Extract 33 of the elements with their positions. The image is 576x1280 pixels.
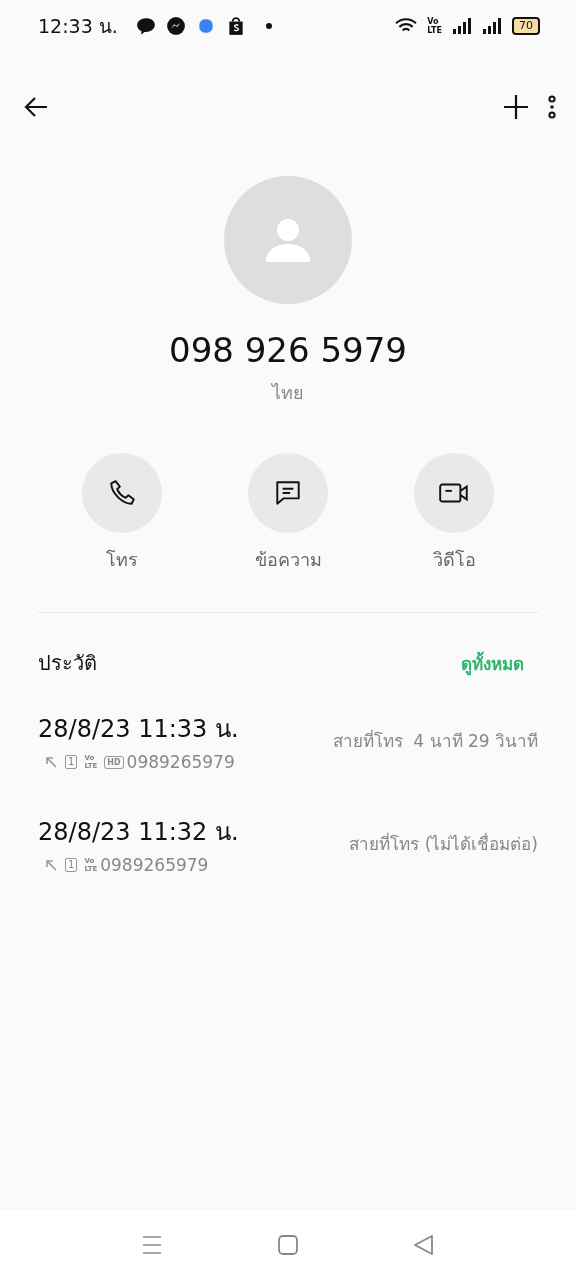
- home-button[interactable]: [276, 1233, 300, 1257]
- call-time: 28/8/23 11:33 น.: [38, 714, 239, 745]
- sim-badge: 1: [65, 755, 78, 769]
- status-time: 12:33 น.: [38, 14, 118, 39]
- chat-bubble-icon: [135, 16, 156, 36]
- message-icon: [273, 478, 303, 508]
- back-nav-button[interactable]: [412, 1233, 436, 1257]
- battery-indicator: 70: [512, 17, 540, 35]
- action-label: วิดีโอ: [432, 548, 476, 572]
- signal-icon: [482, 18, 502, 34]
- sim-badge: 1: [65, 858, 78, 872]
- signal-icon: [452, 18, 472, 34]
- call-detail: สายที่โทร 4 นาที 29 วินาที: [332, 728, 538, 753]
- more-options-button[interactable]: [548, 95, 556, 119]
- outgoing-arrow-icon: [44, 755, 58, 769]
- call-detail: สายที่โทร (ไม่ได้เชื่อมต่อ): [349, 831, 538, 856]
- call-number: 0989265979: [100, 855, 209, 875]
- volte-indicator: Vo LTE: [427, 17, 442, 35]
- notification-dot-icon: [265, 23, 272, 29]
- action-label: โทร: [106, 548, 138, 572]
- call-number: 0989265979: [126, 752, 235, 772]
- hd-badge: HD: [104, 755, 124, 769]
- location-label: ไทย: [270, 381, 305, 405]
- action-label: ข้อความ: [254, 548, 322, 572]
- add-button[interactable]: [502, 93, 530, 121]
- call-time: 28/8/23 11:32 น.: [38, 817, 239, 848]
- outgoing-arrow-icon: [44, 858, 58, 872]
- phone-number: 098 926 5979: [168, 330, 408, 370]
- phone-icon: [107, 478, 137, 508]
- section-title: ประวัติ: [38, 650, 97, 677]
- more-icon: [548, 95, 556, 119]
- messenger-icon: [165, 16, 186, 36]
- see-all-link[interactable]: ดูทั้งหมด: [461, 649, 524, 677]
